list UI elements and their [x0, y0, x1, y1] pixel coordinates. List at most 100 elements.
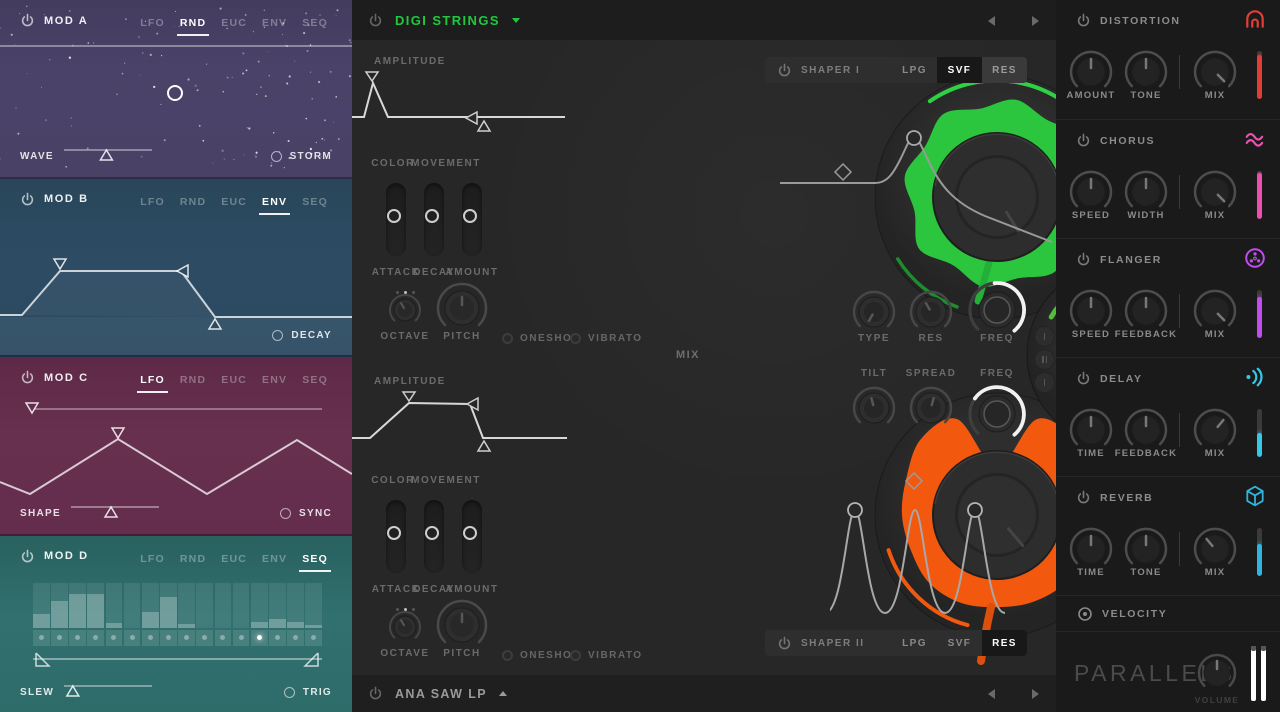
power-icon[interactable] [20, 13, 35, 28]
mode-res[interactable]: RES [982, 57, 1027, 83]
next-preset-button[interactable] [1026, 12, 1044, 30]
vibrato-toggle[interactable]: VIBRATO [570, 333, 643, 344]
shaper2-resonator-curve[interactable] [830, 468, 1030, 620]
tab-rnd[interactable]: RND [180, 17, 206, 29]
tab-seq[interactable]: SEQ [302, 17, 328, 29]
vibrato-toggle[interactable]: VIBRATO [570, 650, 643, 661]
octave-knob[interactable] [387, 292, 423, 333]
osc2-amplitude-envelope[interactable] [352, 388, 567, 458]
power-icon[interactable] [368, 13, 383, 28]
octave-knob[interactable] [387, 609, 423, 650]
mode-res[interactable]: RES [982, 630, 1027, 656]
knob-label: MIX [1180, 90, 1250, 101]
attack-slider[interactable] [424, 500, 444, 573]
chevron-down-icon[interactable] [512, 18, 520, 23]
volume-knob[interactable] [1196, 652, 1238, 699]
oneshot-toggle[interactable]: ONESHOT [502, 650, 580, 661]
preset-name[interactable]: DIGI STRINGS [395, 13, 500, 28]
tab-env[interactable]: ENV [262, 196, 287, 208]
spread-knob[interactable] [908, 385, 954, 436]
power-icon[interactable] [777, 636, 792, 651]
power-icon[interactable] [777, 63, 792, 78]
mod-d-panel: MOD D LFORNDEUCENVSEQ SLEW TRIG [0, 536, 352, 712]
tab-env[interactable]: ENV [262, 374, 287, 386]
amount-slider[interactable] [462, 500, 482, 573]
power-icon[interactable] [1076, 13, 1091, 28]
power-icon[interactable] [20, 192, 35, 207]
power-icon[interactable] [1076, 490, 1091, 505]
tab-lfo[interactable]: LFO [140, 17, 165, 29]
shape-slider[interactable]: SHAPE [20, 503, 159, 524]
tab-seq[interactable]: SEQ [302, 196, 328, 208]
mode-svf[interactable]: SVF [937, 57, 982, 83]
freq-knob[interactable] [965, 382, 1029, 451]
tab-euc[interactable]: EUC [221, 196, 247, 208]
pitch-label: PITCH [432, 331, 492, 342]
amount-label: AMOUNT [444, 267, 500, 278]
storm-toggle[interactable]: STORM [271, 151, 332, 162]
tab-euc[interactable]: EUC [221, 553, 247, 565]
velocity-row[interactable]: VELOCITY [1056, 595, 1280, 631]
wave-slider[interactable]: WAVE [20, 146, 152, 167]
mod-title: MOD C [44, 372, 89, 384]
prev-button[interactable] [982, 685, 1000, 703]
routing-single-button[interactable] [1034, 372, 1055, 393]
next-button[interactable] [1026, 685, 1044, 703]
amount-label: AMOUNT [444, 584, 500, 595]
effects-column: DISTORTION AMOUNT TONE MIX CHORUS SPEED … [1056, 0, 1280, 712]
color-slider[interactable] [386, 500, 406, 573]
tab-rnd[interactable]: RND [180, 374, 206, 386]
power-icon[interactable] [20, 370, 35, 385]
movement-label: MOVEMENT [408, 158, 484, 169]
tab-euc[interactable]: EUC [221, 17, 247, 29]
prev-preset-button[interactable] [982, 12, 1000, 30]
tab-env[interactable]: ENV [262, 553, 287, 565]
shaper1-filter-curve[interactable] [780, 100, 1060, 250]
shaper-label: SHAPER I [801, 65, 860, 76]
mod-tabs: LFO RND EUC ENV SEQ [140, 196, 328, 208]
divider [1179, 532, 1180, 566]
effect-level-meter [1257, 409, 1262, 457]
color-slider[interactable] [386, 183, 406, 256]
power-icon[interactable] [20, 549, 35, 564]
mod-tabs: LFO RND EUC ENV SEQ [140, 553, 328, 565]
slew-slider[interactable]: SLEW [20, 682, 152, 703]
tab-seq[interactable]: SEQ [302, 374, 328, 386]
divider [1179, 55, 1180, 89]
shaper-label: SHAPER II [801, 638, 865, 649]
tab-seq[interactable]: SEQ [302, 553, 328, 565]
amount-slider[interactable] [462, 183, 482, 256]
mod-c-panel: MOD C LFO RND EUC ENV SEQ SHAPE SYNC [0, 357, 352, 536]
tab-rnd[interactable]: RND [180, 196, 206, 208]
chevron-up-icon[interactable] [499, 691, 507, 696]
tab-euc[interactable]: EUC [221, 374, 247, 386]
octave-label: OCTAVE [375, 648, 435, 659]
power-icon[interactable] [1076, 133, 1091, 148]
mode-lpg[interactable]: LPG [892, 57, 937, 83]
trig-toggle[interactable]: TRIG [284, 687, 332, 698]
sync-toggle[interactable]: SYNC [280, 508, 332, 519]
mode-lpg[interactable]: LPG [892, 630, 937, 656]
attack-slider[interactable] [424, 183, 444, 256]
tilt-knob[interactable] [851, 385, 897, 436]
routing-serial-button[interactable] [1034, 326, 1055, 347]
tab-lfo[interactable]: LFO [140, 196, 165, 208]
osc1-amplitude-envelope[interactable] [352, 68, 567, 138]
oneshot-toggle[interactable]: ONESHOT [502, 333, 580, 344]
movement-label: MOVEMENT [408, 475, 484, 486]
power-icon[interactable] [1076, 371, 1091, 386]
power-icon[interactable] [1076, 252, 1091, 267]
param-label: SHAPE [20, 508, 61, 519]
tab-rnd[interactable]: RND [180, 553, 206, 565]
bottom-preset-name[interactable]: ANA SAW LP [395, 687, 487, 701]
tab-lfo[interactable]: LFO [140, 553, 165, 565]
effect-flanger: FLANGER SPEED FEEDBACK MIX [1056, 238, 1280, 357]
knob-label: TONE [1111, 90, 1181, 101]
power-icon[interactable] [368, 686, 383, 701]
effect-chorus: CHORUS SPEED WIDTH MIX [1056, 119, 1280, 238]
mode-svf[interactable]: SVF [937, 630, 982, 656]
decay-toggle[interactable]: DECAY [272, 330, 332, 341]
routing-parallel-button[interactable] [1034, 349, 1055, 370]
tab-lfo[interactable]: LFO [140, 374, 165, 386]
tab-env[interactable]: ENV [262, 17, 287, 29]
